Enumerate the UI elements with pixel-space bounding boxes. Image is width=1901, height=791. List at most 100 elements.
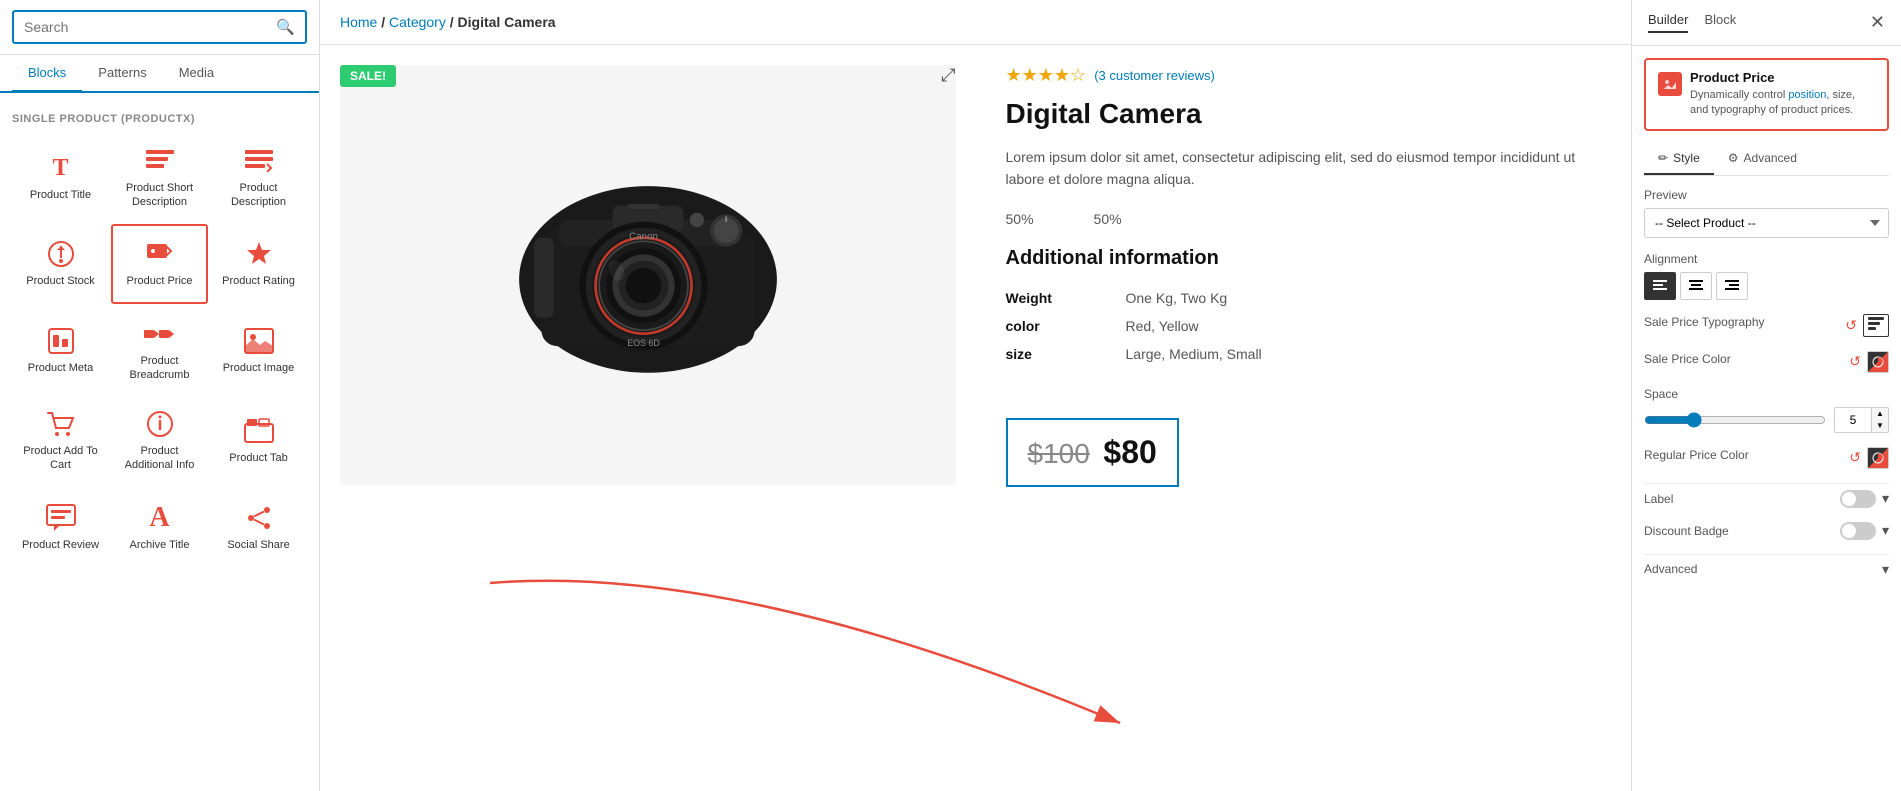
breadcrumb-category[interactable]: Category xyxy=(389,14,446,30)
block-label: Product Additional Info xyxy=(119,444,200,473)
divider xyxy=(1644,483,1889,484)
search-input[interactable] xyxy=(24,19,276,35)
panel-scroll: SINGLE PRODUCT (PRODUCTX) T Product Titl… xyxy=(0,93,319,791)
space-input-wrap: 5 ▲ ▼ xyxy=(1834,407,1889,433)
reset-typography-button[interactable]: ↺ xyxy=(1845,317,1857,334)
block-item-social-share[interactable]: Social Share xyxy=(210,487,307,567)
advanced-chevron-button[interactable]: ▾ xyxy=(1882,561,1889,578)
search-bar: 🔍 xyxy=(0,0,319,55)
block-item-product-rating[interactable]: Product Rating xyxy=(210,224,307,304)
product-desc-icon xyxy=(243,147,275,175)
info-row-size: size Large, Medium, Small xyxy=(1006,340,1602,368)
product-stock-icon xyxy=(45,240,77,268)
regular-price-color-field: Regular Price Color ↺ xyxy=(1644,447,1889,469)
block-label: Product Meta xyxy=(28,361,93,375)
product-image-icon xyxy=(243,327,275,355)
block-label: Product Title xyxy=(30,188,91,202)
breadcrumb-bar: Home / Category / Digital Camera xyxy=(320,0,1631,45)
block-info-title: Product Price xyxy=(1690,70,1875,85)
label-toggle-switch[interactable] xyxy=(1840,490,1876,508)
advanced-section-label: Advanced xyxy=(1644,562,1697,576)
sale-badge: SALE! xyxy=(340,65,396,87)
breadcrumb-current: Digital Camera xyxy=(458,14,556,30)
close-button[interactable]: ✕ xyxy=(1870,12,1885,33)
block-item-product-short-desc[interactable]: Product Short Description xyxy=(111,133,208,222)
sale-price-color-picker[interactable] xyxy=(1867,351,1889,373)
space-slider[interactable] xyxy=(1644,412,1826,428)
block-item-additional-info[interactable]: Product Additional Info xyxy=(111,396,208,485)
right-panel-header: Builder Block ✕ xyxy=(1632,0,1901,46)
block-item-product-review[interactable]: Product Review xyxy=(12,487,109,567)
tab-style[interactable]: ✏ Style xyxy=(1644,143,1714,175)
tab-advanced[interactable]: ⚙ Advanced xyxy=(1714,143,1811,175)
block-item-product-meta[interactable]: Product Meta xyxy=(12,306,109,395)
blocks-grid: T Product Title Product Short Descriptio… xyxy=(12,133,307,567)
sale-price-color-label: Sale Price Color xyxy=(1644,352,1731,366)
product-title-icon: T xyxy=(45,154,77,182)
product-additional-info-icon xyxy=(144,410,176,438)
space-input[interactable]: 5 xyxy=(1835,408,1871,432)
left-panel: 🔍 Blocks Patterns Media SINGLE PRODUCT (… xyxy=(0,0,320,791)
tab-patterns[interactable]: Patterns xyxy=(82,55,162,93)
block-info-text: Product Price Dynamically control positi… xyxy=(1690,70,1875,119)
preview-select[interactable]: -- Select Product -- xyxy=(1644,208,1889,238)
toggle-row-discount: Discount Badge ▾ xyxy=(1644,522,1889,540)
alignment-field: Alignment xyxy=(1644,252,1889,300)
block-label: Archive Title xyxy=(130,538,190,552)
tab-builder[interactable]: Builder xyxy=(1648,12,1688,33)
space-label: Space xyxy=(1644,387,1889,401)
search-input-wrap[interactable]: 🔍 xyxy=(12,10,307,44)
block-item-product-desc[interactable]: Product Description xyxy=(210,133,307,222)
regular-price-color-picker[interactable] xyxy=(1867,447,1889,469)
typography-settings-button[interactable] xyxy=(1863,314,1889,337)
product-layout: SALE! ⤢ xyxy=(320,45,1631,645)
block-item-product-breadcrumb[interactable]: Product Breadcrumb xyxy=(111,306,208,395)
style-advanced-tabs: ✏ Style ⚙ Advanced xyxy=(1644,143,1889,176)
product-meta-icon xyxy=(45,327,77,355)
discount-badge-toggle-switch[interactable] xyxy=(1840,522,1876,540)
block-label: Product Tab xyxy=(229,451,288,465)
block-item-product-tab[interactable]: Product Tab xyxy=(210,396,307,485)
block-label: Product Short Description xyxy=(119,181,200,210)
price-original: $100 xyxy=(1028,438,1090,469)
product-tab-icon xyxy=(243,417,275,445)
block-label: Social Share xyxy=(227,538,289,552)
product-image-col: SALE! ⤢ xyxy=(320,45,976,645)
reviews-link[interactable]: (3 customer reviews) xyxy=(1094,68,1215,83)
breadcrumb-sep1: / xyxy=(381,14,389,30)
product-camera-image: Canon EOS 6D xyxy=(488,115,808,435)
label-chevron-button[interactable]: ▾ xyxy=(1882,490,1889,507)
toggle-group-discount: ▾ xyxy=(1840,522,1889,540)
space-row: 5 ▲ ▼ xyxy=(1644,407,1889,433)
info-table: Weight One Kg, Two Kg color Red, Yellow … xyxy=(1006,284,1602,368)
space-increment-button[interactable]: ▲ xyxy=(1872,408,1888,420)
space-arrows: ▲ ▼ xyxy=(1871,408,1888,432)
reset-sale-color-button[interactable]: ↺ xyxy=(1849,353,1861,370)
align-left-button[interactable] xyxy=(1644,272,1676,300)
svg-text:Canon: Canon xyxy=(629,231,658,242)
product-price-icon xyxy=(144,240,176,268)
tab-block[interactable]: Block xyxy=(1704,12,1736,33)
tab-media[interactable]: Media xyxy=(163,55,230,93)
info-value: One Kg, Two Kg xyxy=(1126,284,1602,312)
block-item-archive-title[interactable]: A Archive Title xyxy=(111,487,208,567)
discount-badge-toggle-field: Discount Badge ▾ xyxy=(1644,522,1889,540)
label-toggle-label: Label xyxy=(1644,492,1673,506)
advanced-gear-icon: ⚙ xyxy=(1728,151,1739,165)
discount-badge-chevron-button[interactable]: ▾ xyxy=(1882,522,1889,539)
align-center-button[interactable] xyxy=(1680,272,1712,300)
tab-blocks[interactable]: Blocks xyxy=(12,55,82,93)
space-decrement-button[interactable]: ▼ xyxy=(1872,420,1888,432)
block-item-product-title[interactable]: T Product Title xyxy=(12,133,109,222)
sale-price-typography-field: Sale Price Typography ↺ xyxy=(1644,314,1889,337)
block-item-add-to-cart[interactable]: Product Add To Cart xyxy=(12,396,109,485)
block-item-product-image[interactable]: Product Image xyxy=(210,306,307,395)
block-item-product-price[interactable]: Product Price xyxy=(111,224,208,304)
reset-regular-color-button[interactable]: ↺ xyxy=(1849,449,1861,466)
breadcrumb-home[interactable]: Home xyxy=(340,14,377,30)
block-info-link[interactable]: position xyxy=(1788,89,1826,101)
archive-title-icon: A xyxy=(144,504,176,532)
align-right-button[interactable] xyxy=(1716,272,1748,300)
block-item-product-stock[interactable]: Product Stock xyxy=(12,224,109,304)
expand-button[interactable]: ⤢ xyxy=(941,65,955,86)
